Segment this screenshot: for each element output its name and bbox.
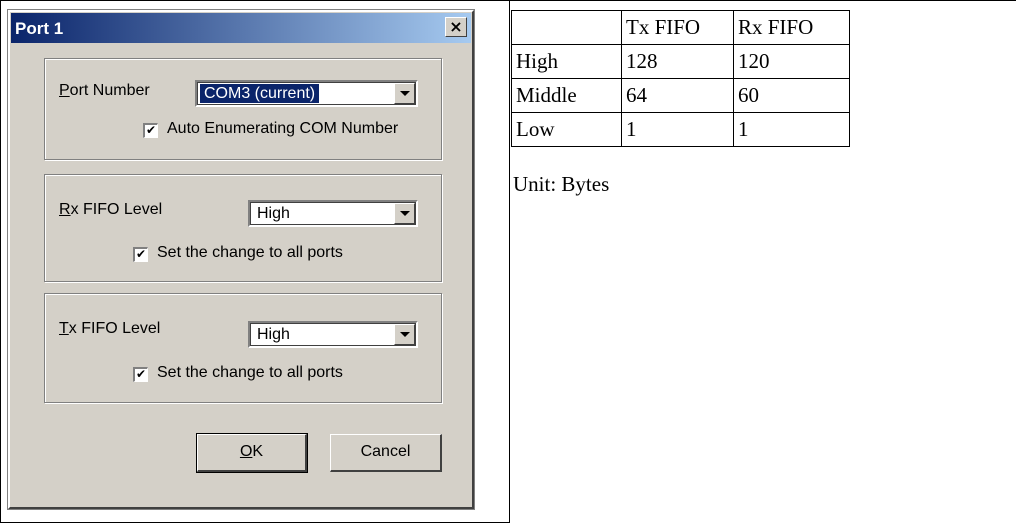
tx-fifo-group: Tx FIFO Level High ✔ Set the change to a… xyxy=(44,293,442,403)
cancel-button[interactable]: Cancel xyxy=(330,434,442,472)
auto-enumerating-checkbox[interactable]: ✔ xyxy=(143,123,158,138)
chevron-down-icon[interactable] xyxy=(394,324,415,345)
table-cell: 120 xyxy=(733,44,850,79)
table-cell: 1 xyxy=(733,112,850,147)
table-cell: 60 xyxy=(733,78,850,113)
ok-button[interactable]: OK xyxy=(196,433,308,473)
rx-fifo-label: Rx FIFO Level xyxy=(59,201,163,218)
port-settings-dialog: Port 1 × Port Number COM3 (current) ✔ Au… xyxy=(7,9,475,510)
rx-fifo-dropdown[interactable]: High xyxy=(248,200,418,227)
table-row: High 128 120 xyxy=(511,44,850,79)
table-header-cell: Rx FIFO xyxy=(733,10,850,45)
document-left-rule xyxy=(0,0,1,523)
table-row: Low 1 1 xyxy=(511,112,850,147)
dialog-title: Port 1 xyxy=(15,19,64,38)
tx-fifo-dropdown[interactable]: High xyxy=(248,321,418,348)
tx-fifo-value: High xyxy=(257,326,290,343)
unit-note: Unit: Bytes xyxy=(513,172,610,196)
tx-fifo-label: Tx FIFO Level xyxy=(59,320,161,337)
port-number-group: Port Number COM3 (current) ✔ Auto Enumer… xyxy=(44,58,442,160)
table-cell: Low xyxy=(511,112,622,147)
rx-set-all-ports-checkbox[interactable]: ✔ xyxy=(133,247,148,262)
close-button[interactable]: × xyxy=(445,17,467,37)
port-number-dropdown[interactable]: COM3 (current) xyxy=(195,80,418,107)
close-icon: × xyxy=(449,17,463,36)
tx-set-all-ports-checkbox[interactable]: ✔ xyxy=(133,367,148,382)
port-number-label: Port Number xyxy=(59,82,150,99)
auto-enumerating-label: Auto Enumerating COM Number xyxy=(167,120,399,137)
table-cell: 1 xyxy=(621,112,734,147)
table-cell: 128 xyxy=(621,44,734,79)
table-cell: High xyxy=(511,44,622,79)
document-top-rule xyxy=(0,0,1016,1)
fifo-size-table: Tx FIFO Rx FIFO High 128 120 Middle 64 6… xyxy=(511,10,850,147)
table-header-cell xyxy=(511,10,622,45)
table-cell: 64 xyxy=(621,78,734,113)
table-cell: Middle xyxy=(511,78,622,113)
table-header-cell: Tx FIFO xyxy=(621,10,734,45)
tx-set-all-ports-label: Set the change to all ports xyxy=(157,364,343,381)
table-row: Middle 64 60 xyxy=(511,78,850,113)
rx-fifo-value: High xyxy=(257,205,290,222)
rx-set-all-ports-label: Set the change to all ports xyxy=(157,244,343,261)
table-header-row: Tx FIFO Rx FIFO xyxy=(511,10,850,45)
document-column-divider xyxy=(509,0,510,523)
chevron-down-icon[interactable] xyxy=(394,203,415,224)
chevron-down-icon[interactable] xyxy=(394,83,415,104)
port-number-value: COM3 (current) xyxy=(200,84,320,103)
rx-fifo-group: Rx FIFO Level High ✔ Set the change to a… xyxy=(44,174,442,282)
dialog-titlebar[interactable]: Port 1 × xyxy=(11,13,471,43)
